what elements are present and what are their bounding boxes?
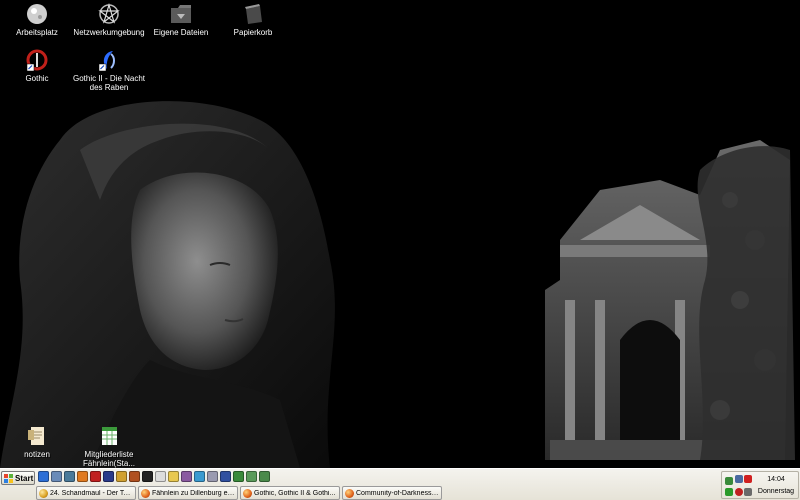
system-tray: 14:04 Donnerstag <box>721 471 799 499</box>
doc-icon[interactable] <box>155 471 166 482</box>
k-tray-icon[interactable] <box>744 475 752 483</box>
desktop-icon-label: Gothic <box>25 74 49 83</box>
task-button[interactable]: Gothic, Gothic II & Gothi... <box>240 486 340 500</box>
gothic-shortcut-icon <box>26 49 48 72</box>
desktop-icon-label: Mitgliederliste Fähnlein(Sta... <box>82 450 136 468</box>
desktop-icon-my-documents[interactable]: Eigene Dateien <box>144 2 218 37</box>
desktop-icon-label: Netzwerkumgebung <box>73 28 145 37</box>
app-icon[interactable] <box>129 471 140 482</box>
desktop-icon-network-places[interactable]: Netzwerkumgebung <box>72 2 146 37</box>
network-places-icon <box>98 2 120 24</box>
desktop[interactable]: Arbeitsplatz Netzwerkumgebung Eigene Dat… <box>0 0 800 468</box>
taskbar: Start 24. Schandmaul - Der Tal... Fähnle… <box>0 468 800 500</box>
chart-icon[interactable] <box>233 471 244 482</box>
globe-icon[interactable] <box>194 471 205 482</box>
rar-icon[interactable] <box>181 471 192 482</box>
firefox-icon <box>243 488 252 498</box>
desktop-icon-mitgliederliste[interactable]: Mitgliederliste Fähnlein(Sta... <box>72 424 146 468</box>
desktop-icon-label: Eigene Dateien <box>153 28 209 37</box>
quick-launch-bar <box>38 471 270 485</box>
firefox-icon[interactable] <box>77 471 88 482</box>
media-icon[interactable] <box>64 471 75 482</box>
calc-icon[interactable] <box>220 471 231 482</box>
firefox-icon <box>345 488 354 498</box>
network-tray-icon[interactable] <box>725 477 733 485</box>
firefox-icon <box>141 488 150 498</box>
task-button[interactable]: Community-of-Darkness ... <box>342 486 442 500</box>
start-label: Start <box>15 473 34 483</box>
desktop-icon-label: notizen <box>24 450 50 459</box>
desktop-icon-label: Gothic II - Die Nacht des Raben <box>72 74 146 92</box>
spreadsheet-file-icon <box>102 427 117 445</box>
recycle-bin-icon <box>245 4 262 24</box>
gothic2-shortcut-icon <box>98 51 115 72</box>
shield-tray-icon[interactable] <box>725 488 733 496</box>
opera-icon[interactable] <box>90 471 101 482</box>
task-button[interactable]: Fähnlein zu Dillenburg e.... <box>138 486 238 500</box>
save-icon[interactable] <box>103 471 114 482</box>
cd-icon[interactable] <box>207 471 218 482</box>
ie-icon[interactable] <box>38 471 49 482</box>
antivirus-tray-icon[interactable] <box>735 488 743 496</box>
task-button[interactable]: 24. Schandmaul - Der Tal... <box>36 486 136 500</box>
volume-tray-icon[interactable] <box>744 488 752 496</box>
start-button[interactable]: Start <box>1 471 35 485</box>
desktop-icon-label: Papierkorb <box>233 28 273 37</box>
monitor-tray-icon[interactable] <box>735 475 743 483</box>
task-buttons: 24. Schandmaul - Der Tal... Fähnlein zu … <box>36 486 442 500</box>
portrait-art <box>0 101 335 468</box>
desktop-icon-gothic2[interactable]: Gothic II - Die Nacht des Raben <box>72 48 146 92</box>
windows-logo-icon <box>4 473 13 483</box>
clock-day: Donnerstag <box>757 488 795 495</box>
net-icon[interactable] <box>259 471 270 482</box>
winamp-icon <box>39 488 48 498</box>
desktop-icon-recycle-bin[interactable]: Papierkorb <box>216 2 290 37</box>
my-documents-icon <box>171 5 191 23</box>
text-file-icon <box>28 427 44 445</box>
mausoleum-art <box>545 140 795 460</box>
tool-icon[interactable] <box>116 471 127 482</box>
desktop-icon-label: Arbeitsplatz <box>16 28 58 37</box>
clock-time[interactable]: 14:04 <box>756 476 796 483</box>
desktop-icon-gothic[interactable]: Gothic <box>0 48 74 83</box>
game-icon[interactable] <box>246 471 257 482</box>
folder-icon[interactable] <box>168 471 179 482</box>
desktop-icon-notizen[interactable]: notizen <box>0 424 74 459</box>
desktop-icon[interactable] <box>51 471 62 482</box>
cmd-icon[interactable] <box>142 471 153 482</box>
my-computer-icon <box>27 4 47 24</box>
desktop-icon-my-computer[interactable]: Arbeitsplatz <box>0 2 74 37</box>
